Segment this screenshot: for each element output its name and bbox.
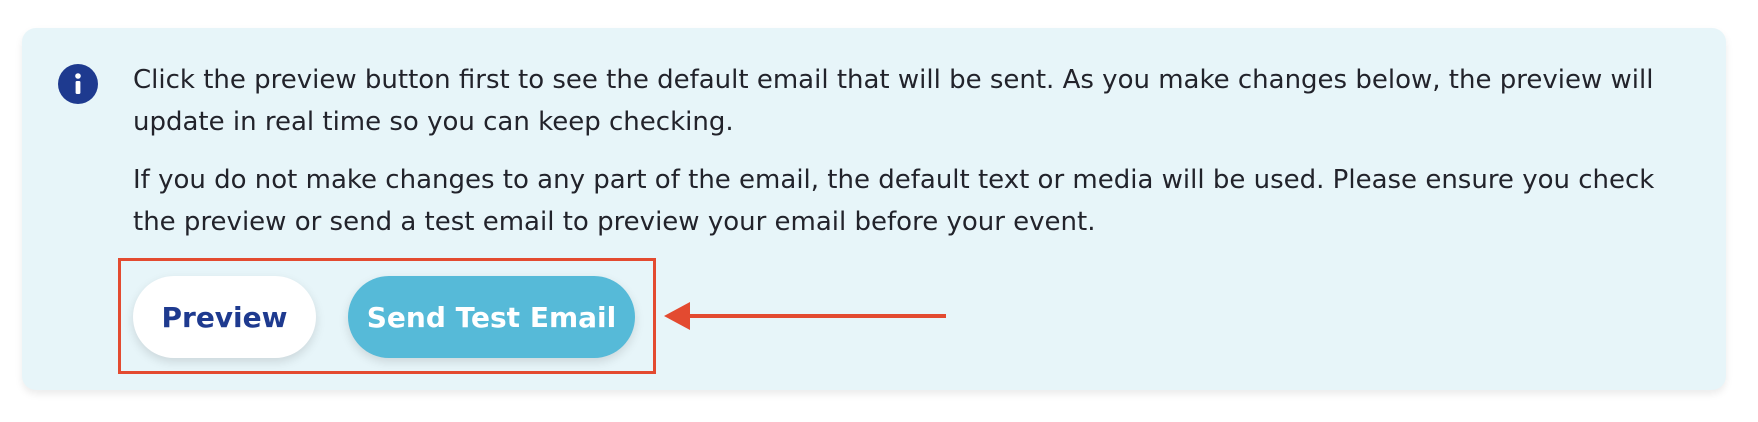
info-text-paragraph-2: If you do not make changes to any part o…	[133, 165, 1655, 237]
info-text-paragraph-1: Click the preview button first to see th…	[133, 65, 1654, 137]
annotation-highlight-box	[118, 258, 656, 374]
arrow-left-icon	[664, 302, 946, 330]
info-icon	[58, 64, 98, 104]
